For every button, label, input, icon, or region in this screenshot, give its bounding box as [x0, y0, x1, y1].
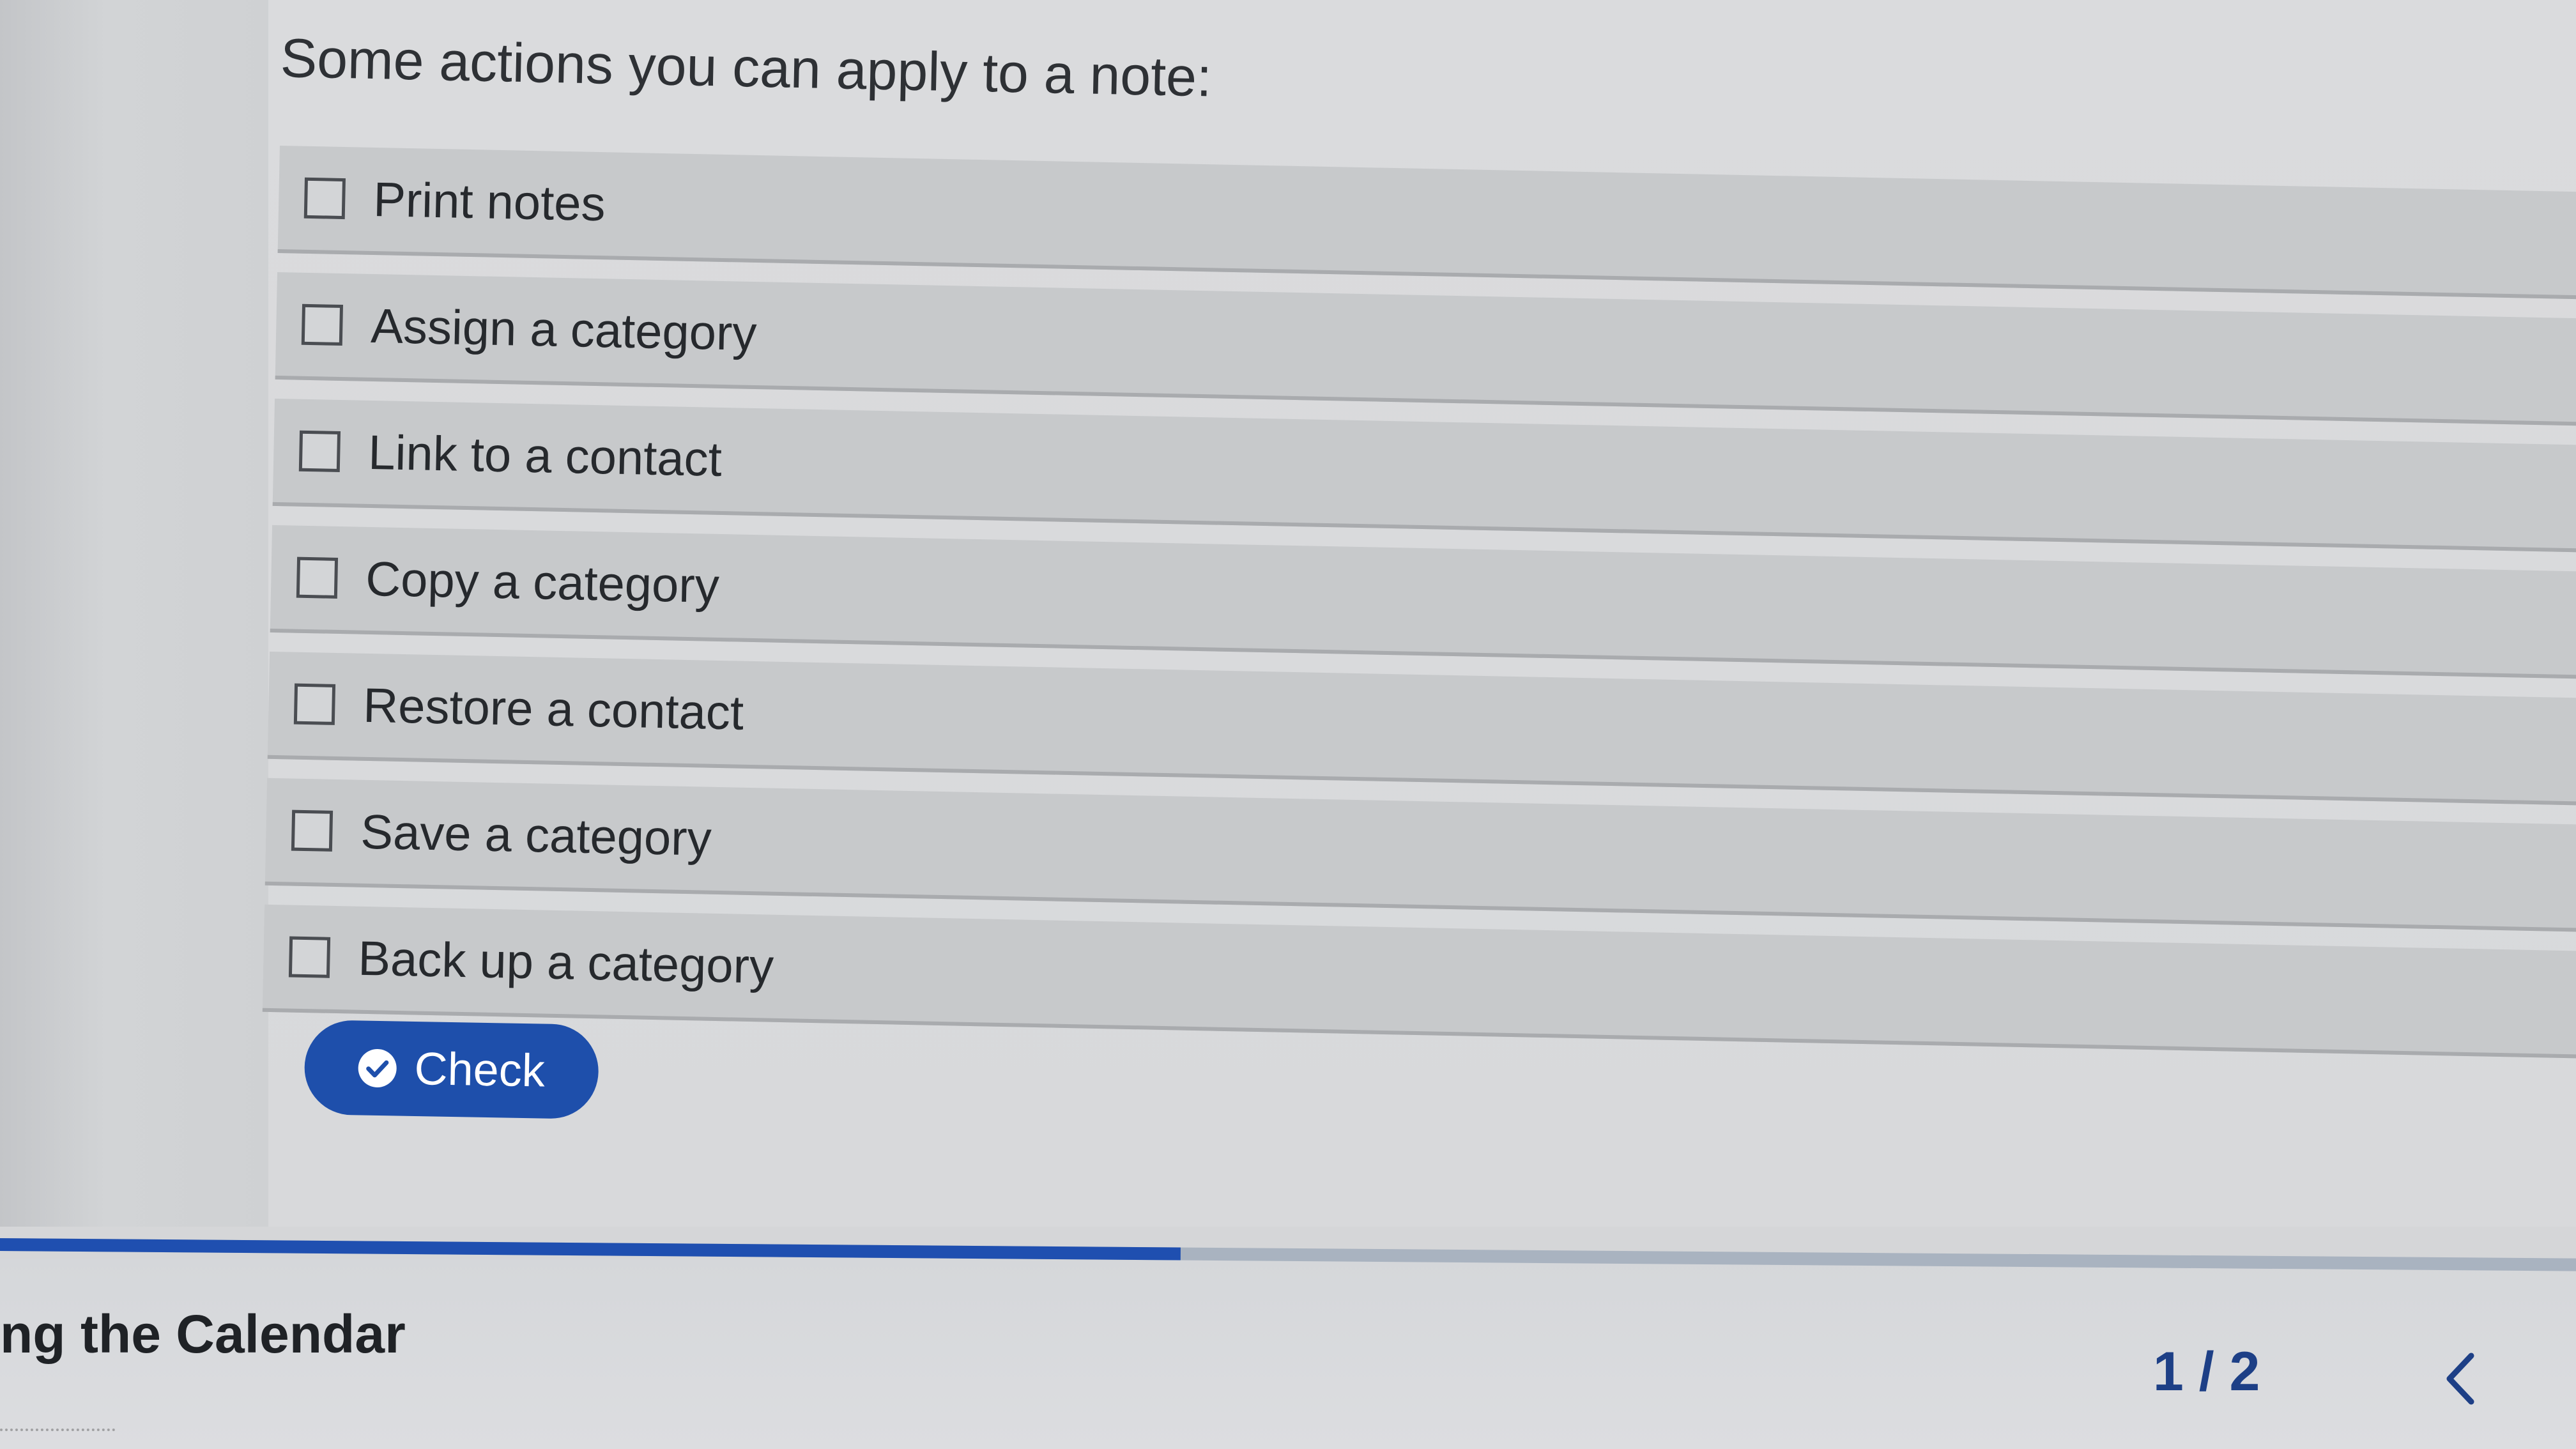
option-link-to-a-contact[interactable]: Link to a contact [272, 398, 2576, 554]
option-save-a-category[interactable]: Save a category [264, 778, 2576, 933]
option-label: Restore a contact [362, 678, 744, 740]
option-assign-a-category[interactable]: Assign a category [275, 272, 2576, 427]
chapter-title: ng the Calendar [0, 1304, 406, 1364]
checkbox[interactable] [288, 936, 331, 978]
page-indicator: 1 / 2 [2153, 1341, 2260, 1402]
checkbox[interactable] [293, 683, 336, 725]
footer-link-fragment [0, 1429, 115, 1439]
previous-button[interactable] [2435, 1347, 2487, 1411]
check-circle-icon [358, 1048, 397, 1087]
options-list: Print notes Assign a category Link to a … [262, 146, 2576, 1078]
checkbox[interactable] [291, 809, 334, 852]
option-back-up-a-category[interactable]: Back up a category [262, 904, 2576, 1059]
checkbox[interactable] [298, 430, 341, 472]
checkbox[interactable] [303, 177, 346, 220]
left-margin [0, 0, 268, 1227]
option-label: Copy a category [365, 551, 720, 613]
option-label: Link to a contact [367, 425, 723, 487]
check-button-label: Check [413, 1043, 546, 1097]
progress-fill [0, 1238, 1181, 1261]
chevron-left-icon [2446, 1353, 2474, 1405]
option-label: Assign a category [370, 298, 758, 361]
checkbox[interactable] [301, 303, 344, 346]
option-label: Save a category [360, 804, 712, 866]
option-label: Print notes [372, 172, 606, 231]
checkbox[interactable] [296, 556, 339, 599]
check-button[interactable]: Check [303, 1020, 599, 1120]
option-copy-a-category[interactable]: Copy a category [270, 525, 2576, 680]
option-restore-a-contact[interactable]: Restore a contact [267, 651, 2576, 807]
option-label: Back up a category [357, 931, 774, 994]
screen: Some actions you can apply to a note: Pr… [0, 0, 2576, 1449]
